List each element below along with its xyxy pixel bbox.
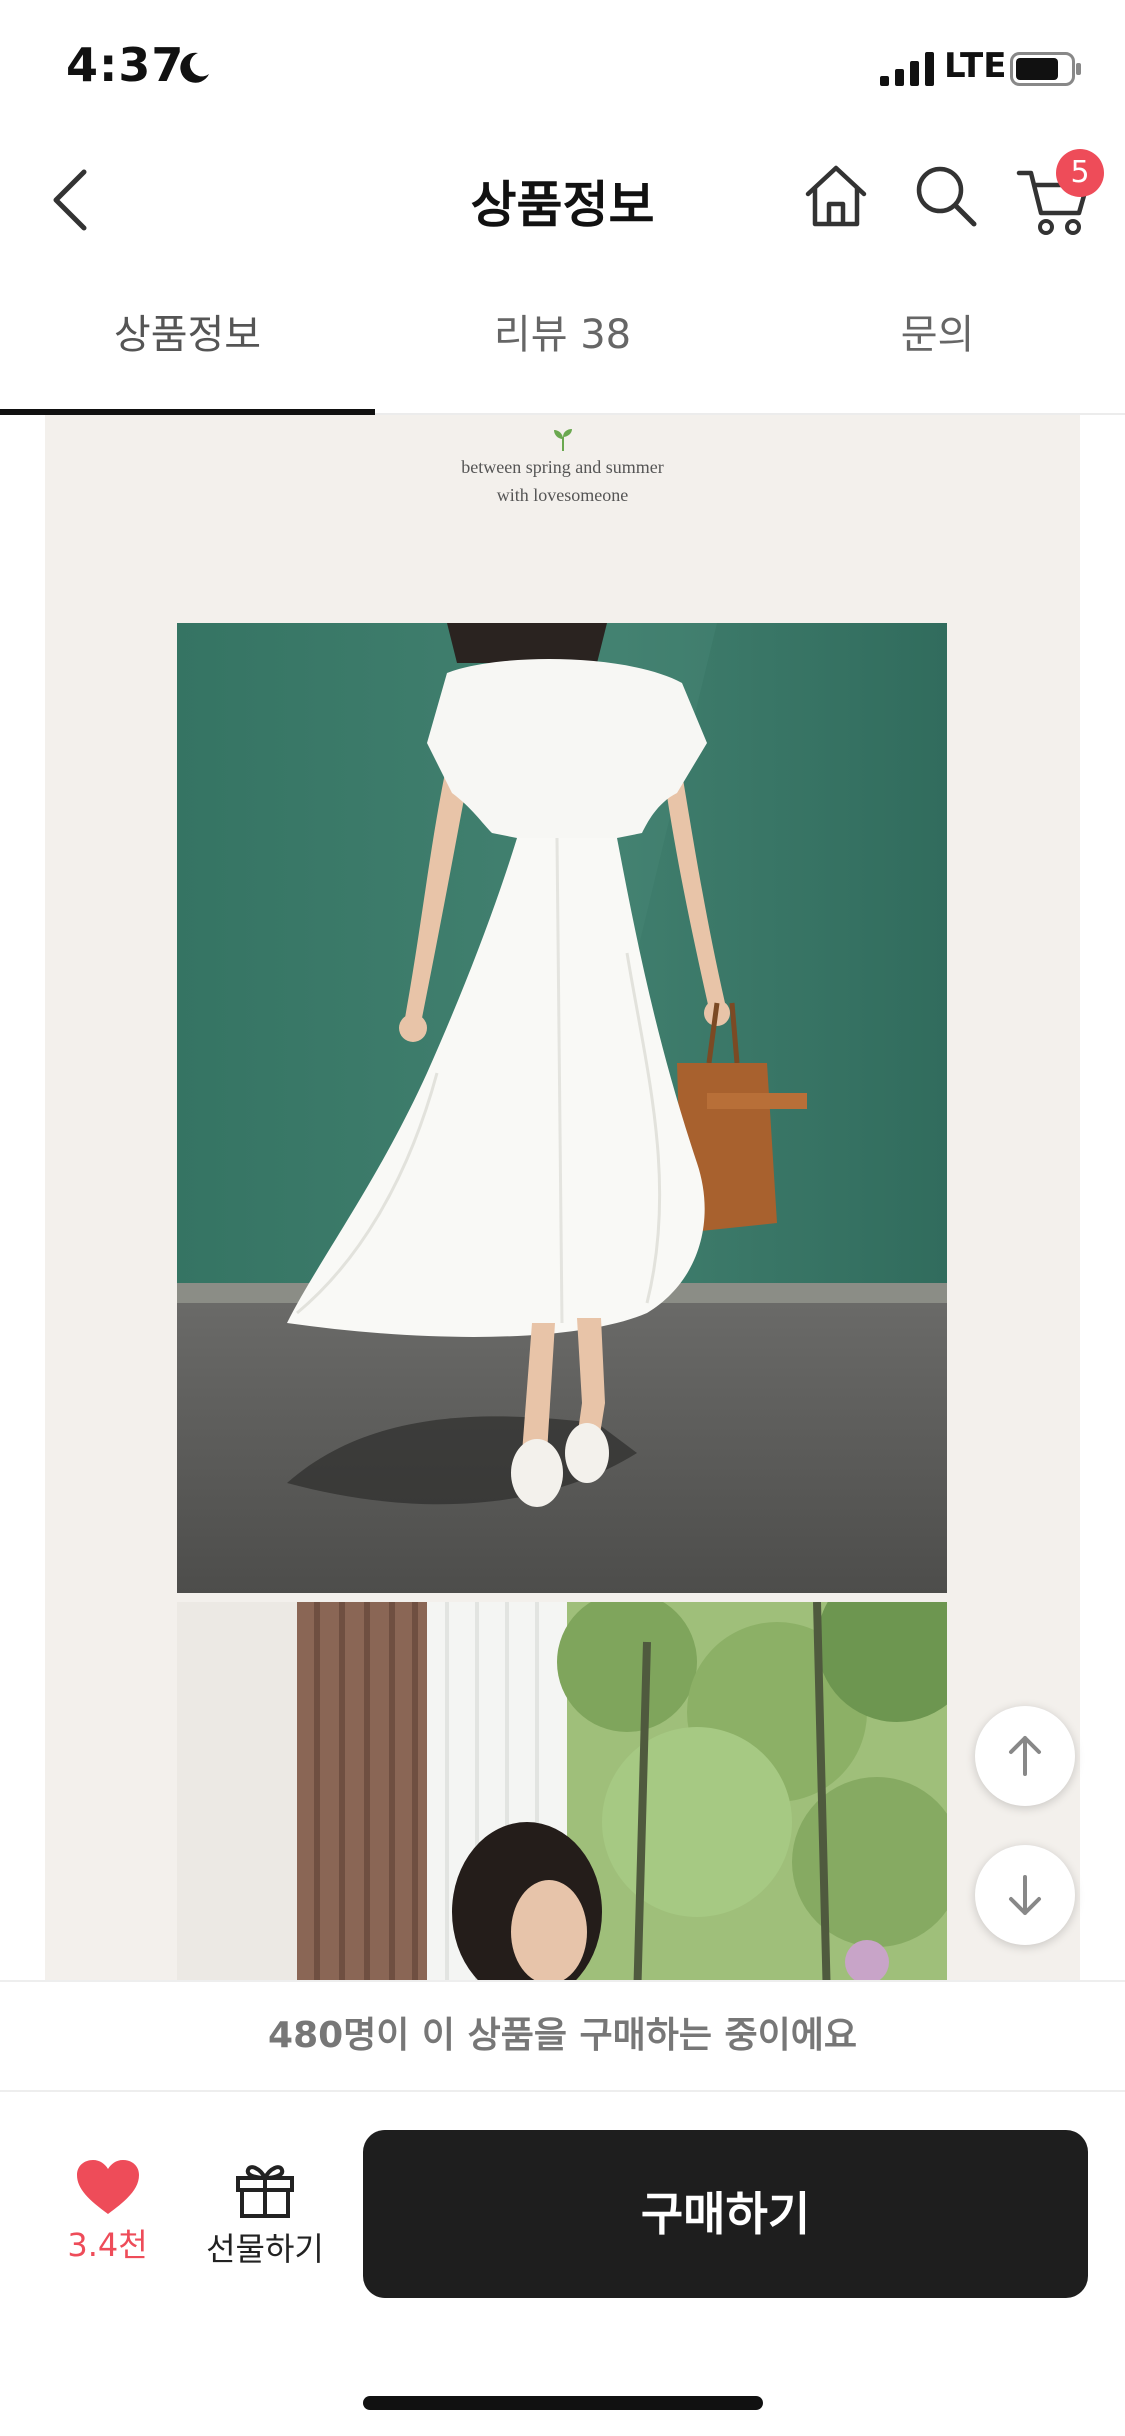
arrow-up-icon xyxy=(1009,1736,1041,1776)
arrow-down-icon xyxy=(1009,1875,1041,1915)
product-detail-content[interactable]: between spring and summer with lovesomeo… xyxy=(45,415,1080,1980)
heart-icon xyxy=(76,2160,139,2214)
gift-button[interactable]: 선물하기 xyxy=(195,2158,335,2268)
purchasing-now-notice: 480명이 이 상품을 구매하는 중이에요 xyxy=(0,1980,1125,2092)
tagline-line-1: between spring and summer xyxy=(461,457,664,477)
like-count: 3.4천 xyxy=(67,2226,148,2264)
bottom-action-bar: 3.4천 선물하기 구매하기 xyxy=(0,2092,1125,2436)
product-photo-main xyxy=(177,623,947,1593)
product-photo-secondary xyxy=(177,1602,947,1980)
home-icon[interactable] xyxy=(800,160,872,232)
search-icon[interactable] xyxy=(910,160,982,232)
moon-icon xyxy=(180,52,209,83)
status-time: 4:37 xyxy=(66,38,185,92)
like-button[interactable]: 3.4천 xyxy=(45,2158,170,2268)
buy-button[interactable]: 구매하기 xyxy=(363,2130,1088,2298)
gift-icon xyxy=(236,2165,294,2218)
tab-inquiry[interactable]: 문의 xyxy=(750,290,1125,415)
tagline: between spring and summer with lovesomeo… xyxy=(45,453,1080,509)
gift-label: 선물하기 xyxy=(206,2230,324,2268)
cart-count-badge: 5 xyxy=(1056,149,1104,197)
sprout-icon xyxy=(554,429,572,451)
tab-reviews[interactable]: 리뷰 38 xyxy=(375,290,750,415)
tagline-line-2: with lovesomeone xyxy=(496,485,629,505)
tab-bar: 상품정보 리뷰 38 문의 xyxy=(0,290,1125,415)
scroll-bottom-button[interactable] xyxy=(975,1845,1075,1945)
tab-product-info[interactable]: 상품정보 xyxy=(0,290,375,415)
nav-bar: 상품정보 5 xyxy=(0,135,1125,265)
network-label: LTE xyxy=(944,46,1007,86)
back-button[interactable] xyxy=(40,160,110,240)
signal-icon xyxy=(880,52,934,86)
status-bar: 4:37 LTE xyxy=(0,0,1125,135)
battery-icon xyxy=(1010,52,1081,86)
home-indicator[interactable] xyxy=(363,2396,763,2410)
scroll-top-button[interactable] xyxy=(975,1706,1075,1806)
